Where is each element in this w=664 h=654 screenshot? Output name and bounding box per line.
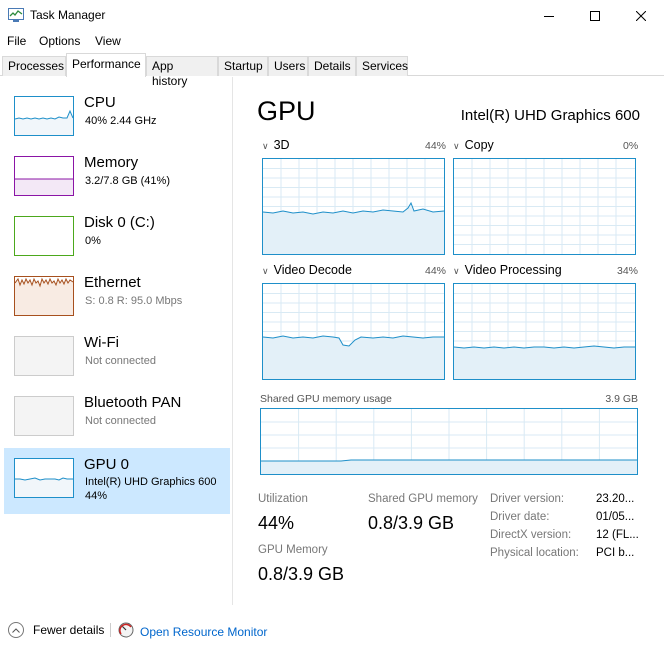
minimize-button[interactable] xyxy=(526,0,572,32)
driver-version-label: Driver version: xyxy=(490,493,565,505)
graph-3d xyxy=(262,158,445,255)
gpu-thumbnail xyxy=(14,458,74,498)
tab-details[interactable]: Details xyxy=(308,56,356,76)
shared-memory-graph xyxy=(260,408,638,475)
memory-label: Memory xyxy=(84,154,139,171)
graph-3d-pct: 44% xyxy=(425,140,447,152)
graph-video-processing-label[interactable]: ∨ Video Processing xyxy=(453,263,562,277)
chevron-up-icon xyxy=(8,622,24,638)
cpu-usage: 40% 2.44 GHz xyxy=(85,115,157,127)
graph-copy-pct: 0% xyxy=(623,140,639,152)
gpu-detail-panel: GPU Intel(R) UHD Graphics 600 ∨ 3D 44% ∨ C… xyxy=(234,77,664,605)
resource-cpu[interactable]: CPU 40% 2.44 GHz xyxy=(4,88,230,148)
page-title: GPU xyxy=(257,96,316,126)
open-resource-monitor-label: Open Resource Monitor xyxy=(140,624,268,639)
tab-app-history[interactable]: App history xyxy=(146,56,218,88)
disk-usage: 0% xyxy=(85,235,101,247)
task-manager-app-icon xyxy=(8,8,24,23)
graph-copy-label[interactable]: ∨ Copy xyxy=(453,138,494,152)
bluetooth-status: Not connected xyxy=(85,415,156,427)
graph-video-processing-pct: 34% xyxy=(617,265,639,277)
resource-wifi[interactable]: Wi-Fi Not connected xyxy=(4,328,230,388)
shared-memory-value: 0.8/3.9 GB xyxy=(368,513,455,533)
fewer-details-button[interactable]: Fewer details xyxy=(8,622,104,638)
wifi-thumbnail xyxy=(14,336,74,376)
chevron-down-icon: ∨ xyxy=(262,266,269,276)
window-title: Task Manager xyxy=(30,8,106,22)
shared-memory-label: Shared GPU memory xyxy=(368,493,478,505)
physical-location-label: Physical location: xyxy=(490,547,579,559)
tab-processes[interactable]: Processes xyxy=(2,56,66,76)
resource-bluetooth-pan[interactable]: Bluetooth PAN Not connected xyxy=(4,388,230,448)
tab-services[interactable]: Services xyxy=(356,56,408,76)
resource-gpu[interactable]: GPU 0 Intel(R) UHD Graphics 600 44% xyxy=(4,448,230,514)
graph-copy xyxy=(453,158,636,255)
utilization-label: Utilization xyxy=(258,493,308,505)
wifi-status: Not connected xyxy=(85,355,156,367)
open-resource-monitor-link[interactable]: Open Resource Monitor xyxy=(118,622,267,641)
resource-ethernet[interactable]: Ethernet S: 0.8 R: 95.0 Mbps xyxy=(4,268,230,328)
directx-version-value: 12 (FL... xyxy=(596,529,639,541)
gpu-usage: 44% xyxy=(85,490,108,502)
gpu-memory-label: GPU Memory xyxy=(258,544,328,556)
footer: Fewer details Open Resource Monitor xyxy=(0,606,664,654)
gpu-memory-value: 0.8/3.9 GB xyxy=(258,564,345,584)
chevron-down-icon: ∨ xyxy=(262,141,269,151)
disk-thumbnail xyxy=(14,216,74,256)
footer-divider xyxy=(110,623,111,637)
tab-startup[interactable]: Startup xyxy=(218,56,268,76)
physical-location-value: PCI b... xyxy=(596,547,635,559)
ethernet-label: Ethernet xyxy=(84,274,141,291)
tab-bar: Processes Performance App history Startu… xyxy=(0,53,664,88)
disk-label: Disk 0 (C:) xyxy=(84,214,155,231)
gpu-model: Intel(R) UHD Graphics 600 xyxy=(460,107,640,124)
graph-video-decode-pct: 44% xyxy=(425,265,447,277)
graph-3d-label[interactable]: ∨ 3D xyxy=(262,138,290,152)
menu-file[interactable]: File xyxy=(7,34,26,48)
graph-video-decode-label[interactable]: ∨ Video Decode xyxy=(262,263,352,277)
graph-video-decode xyxy=(262,283,445,380)
shared-memory-graph-max: 3.9 GB xyxy=(605,393,638,405)
minimize-icon xyxy=(544,16,554,17)
memory-thumbnail xyxy=(14,156,74,196)
resource-list: CPU 40% 2.44 GHz Memory 3.2/7.8 GB (41%)… xyxy=(0,77,233,605)
title-bar: Task Manager xyxy=(0,0,664,32)
directx-version-label: DirectX version: xyxy=(490,529,572,541)
gpu-label: GPU 0 xyxy=(84,456,130,473)
ethernet-throughput: S: 0.8 R: 95.0 Mbps xyxy=(85,295,183,307)
graph-video-processing xyxy=(453,283,636,380)
resource-monitor-icon xyxy=(118,622,134,641)
bluetooth-label: Bluetooth PAN xyxy=(84,394,182,411)
tab-performance[interactable]: Performance xyxy=(66,53,146,77)
maximize-icon xyxy=(590,11,600,21)
driver-date-value: 01/05... xyxy=(596,511,635,523)
resource-memory[interactable]: Memory 3.2/7.8 GB (41%) xyxy=(4,148,230,208)
memory-usage: 3.2/7.8 GB (41%) xyxy=(85,175,170,187)
resource-disk[interactable]: Disk 0 (C:) 0% xyxy=(4,208,230,268)
wifi-label: Wi-Fi xyxy=(84,334,119,351)
menu-options[interactable]: Options xyxy=(39,34,80,48)
close-button[interactable] xyxy=(618,0,664,32)
close-icon xyxy=(636,11,646,21)
menu-bar: File Options View xyxy=(0,32,664,52)
driver-date-label: Driver date: xyxy=(490,511,550,523)
bluetooth-thumbnail xyxy=(14,396,74,436)
cpu-label: CPU xyxy=(84,94,116,111)
chevron-down-icon: ∨ xyxy=(453,141,460,151)
cpu-thumbnail xyxy=(14,96,74,136)
tab-users[interactable]: Users xyxy=(268,56,308,76)
menu-view[interactable]: View xyxy=(95,34,121,48)
shared-memory-graph-label: Shared GPU memory usage xyxy=(260,393,392,405)
utilization-value: 44% xyxy=(258,513,295,533)
fewer-details-label: Fewer details xyxy=(33,623,105,637)
gpu-model-sub: Intel(R) UHD Graphics 600 xyxy=(85,476,217,488)
driver-version-value: 23.20... xyxy=(596,493,635,505)
maximize-button[interactable] xyxy=(572,0,618,32)
chevron-down-icon: ∨ xyxy=(453,266,460,276)
ethernet-thumbnail xyxy=(14,276,74,316)
